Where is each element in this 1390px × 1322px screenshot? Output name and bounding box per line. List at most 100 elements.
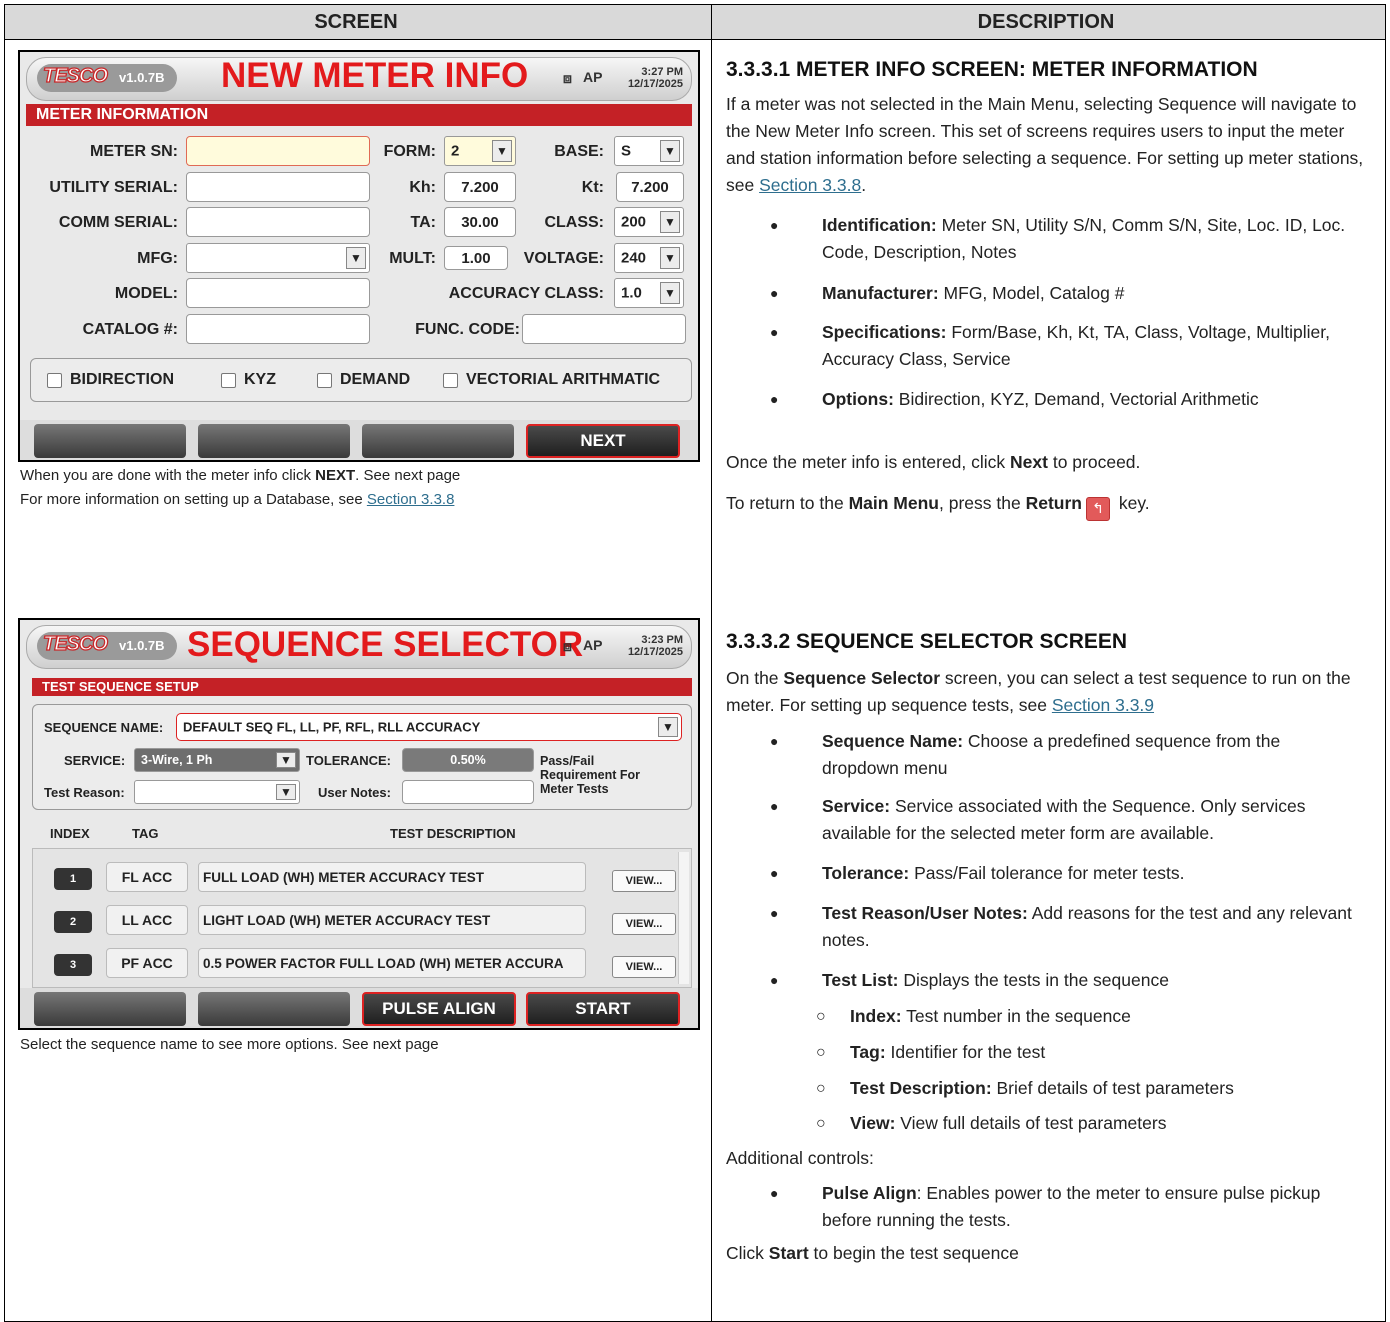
vectorial-arithmatic-checkbox[interactable]: VECTORIAL ARITHMATIC	[443, 371, 660, 389]
kyz-checkbox[interactable]: KYZ	[221, 371, 276, 389]
logo-text: TESCO	[42, 632, 108, 655]
func-code-field[interactable]	[522, 314, 686, 344]
mfg-dropdown[interactable]: ▼	[186, 243, 370, 273]
row-tag: FL ACC	[106, 862, 188, 892]
bullet-icon: ●	[770, 905, 779, 921]
return-instruction: To return to the Main Menu, press the Re…	[726, 490, 1366, 521]
description-column-header: TEST DESCRIPTION	[390, 826, 516, 841]
paragraph-text: .	[861, 175, 867, 195]
softkey-3-button[interactable]	[362, 424, 514, 458]
bullet-text: Pass/Fail tolerance for meter tests.	[909, 863, 1185, 883]
tesco-logo: TESCO v1.0.7B	[37, 64, 177, 92]
logo-text: TESCO	[42, 64, 108, 87]
chevron-down-icon: ▼	[492, 140, 512, 162]
sequence-name-dropdown[interactable]: DEFAULT SEQ FL, LL, PF, RFL, RLL ACCURAC…	[176, 713, 682, 741]
model-field[interactable]	[186, 278, 370, 308]
additional-controls-label: Additional controls:	[726, 1148, 874, 1168]
section-header: TEST SEQUENCE SETUP	[32, 678, 692, 696]
tolerance-field[interactable]: 0.50%	[402, 748, 534, 772]
func-code-label: FUNC. CODE:	[415, 321, 520, 338]
softkey-1-button[interactable]	[34, 424, 186, 458]
test-list-scrollbar[interactable]	[678, 852, 689, 984]
class-dropdown[interactable]: 200 ▼	[614, 207, 684, 237]
softkey-2-button[interactable]	[198, 424, 350, 458]
service-dropdown[interactable]: 3-Wire, 1 Ph ▼	[134, 748, 300, 772]
caption-text: . See next page	[355, 467, 461, 484]
view-button[interactable]: VIEW...	[612, 870, 676, 892]
accuracy-class-dropdown[interactable]: 1.0 ▼	[614, 278, 684, 308]
pulse-align-button[interactable]: PULSE ALIGN	[362, 992, 516, 1026]
version-label: v1.0.7B	[119, 70, 165, 85]
bullet-bold: Service:	[822, 796, 891, 816]
text: , press the	[939, 493, 1026, 513]
user-notes-field[interactable]	[402, 780, 534, 804]
section-3-3-9-link[interactable]: Section 3.3.9	[1052, 695, 1154, 715]
comm-serial-field[interactable]	[186, 207, 370, 237]
bullet-bold: Specifications:	[822, 322, 947, 342]
title-bar: TESCO v1.0.7B NEW METER INFO ⧈ AP 3:27 P…	[26, 56, 692, 101]
softkey-1-button[interactable]	[34, 992, 186, 1026]
description-1: 3.3.3.1 METER INFO SCREEN: METER INFORMA…	[726, 56, 1366, 199]
start-instruction: Click Start to begin the test sequence	[726, 1240, 1366, 1267]
bullet-bold: Tolerance:	[822, 863, 910, 883]
demand-label: DEMAND	[340, 371, 411, 388]
bullet-icon: ●	[770, 865, 779, 881]
demand-checkbox[interactable]: DEMAND	[317, 371, 410, 389]
circle-bullet-icon: ○	[816, 1008, 826, 1025]
vectorial-arithmatic-label: VECTORIAL ARITHMATIC	[466, 371, 661, 388]
caption-1-line-2: For more information on setting up a Dat…	[20, 491, 454, 508]
bullet-bold: Test List:	[822, 970, 899, 990]
kh-field[interactable]: 7.200	[444, 172, 516, 202]
next-button[interactable]: NEXT	[526, 424, 680, 458]
bold-text: Next	[1010, 452, 1048, 472]
softkey-2-button[interactable]	[198, 992, 350, 1026]
kt-field[interactable]: 7.200	[616, 172, 684, 202]
section-3-3-8-link[interactable]: Section 3.3.8	[759, 175, 861, 195]
model-label: MODEL:	[114, 285, 178, 302]
mult-label: MULT:	[389, 250, 436, 267]
ta-field[interactable]: 30.00	[444, 207, 516, 237]
voltage-dropdown[interactable]: 240 ▼	[614, 243, 684, 273]
view-button[interactable]: VIEW...	[612, 956, 676, 978]
bold-text: Return	[1025, 493, 1082, 513]
row-description: LIGHT LOAD (WH) METER ACCURACY TEST	[198, 905, 586, 935]
bullet-bold: Test Reason/User Notes:	[822, 903, 1028, 923]
start-button[interactable]: START	[526, 992, 680, 1026]
mult-field[interactable]: 1.00	[444, 246, 508, 270]
utility-serial-field[interactable]	[186, 172, 370, 202]
meter-sn-field[interactable]	[186, 136, 370, 166]
voltage-value: 240	[621, 249, 647, 267]
class-label: CLASS:	[544, 214, 604, 231]
screen-column-header: SCREEN	[5, 5, 707, 40]
bidirection-checkbox[interactable]: BIDIRECTION	[47, 371, 174, 389]
chevron-down-icon: ▼	[276, 752, 296, 768]
note-line: Meter Tests	[540, 782, 609, 796]
new-meter-info-screen: TESCO v1.0.7B NEW METER INFO ⧈ AP 3:27 P…	[18, 50, 700, 462]
form-dropdown[interactable]: 2 ▼	[444, 136, 516, 166]
wifi-ap-icon: AP	[583, 69, 603, 85]
section-3-3-8-link[interactable]: Section 3.3.8	[367, 491, 455, 508]
bullet-text: MFG, Model, Catalog #	[938, 283, 1125, 303]
column-divider	[711, 5, 712, 1321]
time: 3:23 PM	[641, 634, 683, 646]
bullet-icon: ●	[770, 285, 779, 301]
date: 12/17/2025	[627, 646, 683, 658]
view-button[interactable]: VIEW...	[612, 913, 676, 935]
caption-2: Select the sequence name to see more opt…	[20, 1036, 439, 1053]
section-header: METER INFORMATION	[26, 104, 692, 126]
meter-sn-label: METER SN:	[90, 143, 178, 160]
test-reason-label: Test Reason:	[44, 785, 125, 800]
catalog-field[interactable]	[186, 314, 370, 344]
base-dropdown[interactable]: S ▼	[614, 136, 684, 166]
return-key-icon: ↰	[1085, 497, 1110, 521]
bidirection-label: BIDIRECTION	[70, 371, 174, 388]
bullet-bold: Sequence Name:	[822, 731, 964, 751]
bold-text: Start	[768, 1243, 809, 1263]
chevron-down-icon: ▼	[660, 282, 680, 304]
voltage-label: VOLTAGE:	[523, 250, 604, 267]
test-reason-dropdown[interactable]: ▼	[134, 780, 300, 804]
version-label: v1.0.7B	[119, 638, 165, 653]
bullet-text: Service associated with the Sequence. On…	[822, 796, 1306, 843]
time: 3:27 PM	[641, 66, 683, 78]
section-heading: 3.3.3.1 METER INFO SCREEN: METER INFORMA…	[726, 58, 1258, 81]
